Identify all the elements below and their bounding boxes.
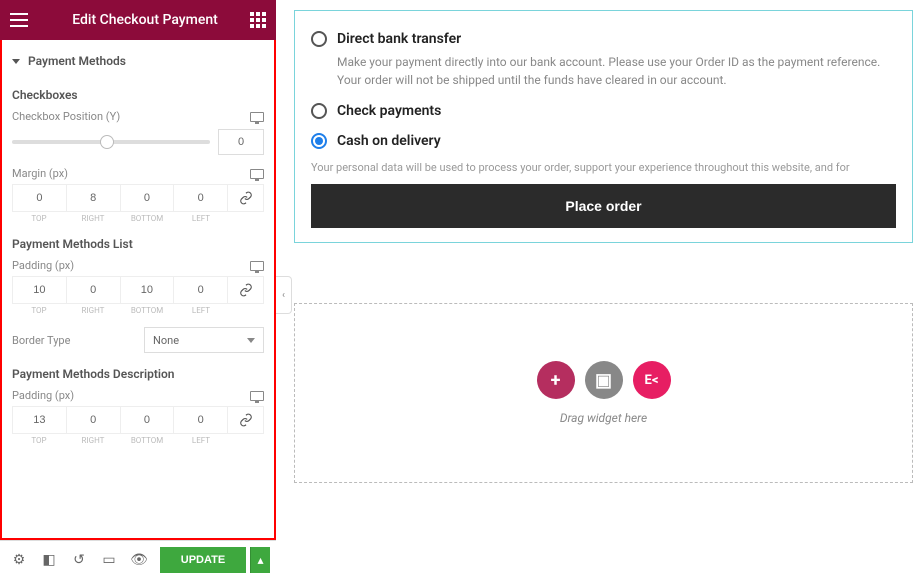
panel-title: Edit Checkout Payment [40,12,250,28]
responsive-icon[interactable] [250,261,264,271]
menu-icon[interactable] [10,13,28,27]
collapse-panel-button[interactable]: ‹ [276,276,292,314]
responsive-mode-icon[interactable]: ▭ [96,547,122,573]
chevron-down-icon [12,59,20,64]
list-padding-bottom-input[interactable] [121,277,174,303]
margin-bottom-input[interactable] [121,185,174,211]
history-icon[interactable]: ↺ [66,547,92,573]
dim-label-left: LEFT [174,214,228,223]
preview-area: Direct bank transfer Make your payment d… [294,0,919,578]
link-values-icon[interactable] [228,406,264,434]
slider-checkbox-position-y[interactable] [12,140,210,144]
responsive-icon[interactable] [250,391,264,401]
dim-label-left: LEFT [174,306,228,315]
payment-description-bank: Make your payment directly into our bank… [337,53,896,89]
dim-label-top: TOP [12,306,66,315]
desc-padding-bottom-input[interactable] [121,407,174,433]
payment-option-cod[interactable]: Cash on delivery [311,133,896,149]
margin-right-input[interactable] [67,185,120,211]
slider-thumb[interactable] [100,135,114,149]
elementskit-button[interactable]: E< [633,361,671,399]
group-list: Payment Methods List [12,237,264,251]
widget-dropzone[interactable]: + ▣ E< Drag widget here [294,303,913,483]
payment-option-bank[interactable]: Direct bank transfer [311,31,896,47]
link-values-icon[interactable] [228,276,264,304]
dropzone-text: Drag widget here [560,411,647,425]
payment-label: Cash on delivery [337,133,441,149]
dim-label-bottom: BOTTOM [120,306,174,315]
privacy-text: Your personal data will be used to proce… [311,161,896,174]
list-padding-right-input[interactable] [67,277,120,303]
label-checkbox-position-y: Checkbox Position (Y) [12,110,244,123]
label-list-padding: Padding (px) [12,259,244,272]
dim-label-bottom: BOTTOM [120,214,174,223]
desc-padding-top-input[interactable] [13,407,66,433]
section-title: Payment Methods [28,54,126,68]
group-description: Payment Methods Description [12,367,264,381]
radio-checked-icon[interactable] [311,133,327,149]
input-checkbox-position-y[interactable] [218,129,264,155]
payment-label: Check payments [337,103,441,119]
chevron-down-icon [247,338,255,343]
desc-padding-right-input[interactable] [67,407,120,433]
panel-footer: ⚙ ◧ ↺ ▭ 👁 UPDATE ▴ [0,540,276,578]
panel-header: Edit Checkout Payment [0,0,276,40]
apps-icon[interactable] [250,12,266,28]
preview-icon[interactable]: 👁 [126,547,152,573]
label-desc-padding: Padding (px) [12,389,244,402]
dim-label-left: LEFT [174,436,228,445]
dim-label-right: RIGHT [66,214,120,223]
list-padding-left-input[interactable] [174,277,227,303]
link-values-icon[interactable] [228,184,264,212]
margin-left-input[interactable] [174,185,227,211]
select-border-type[interactable]: None [144,327,264,353]
list-padding-top-input[interactable] [13,277,66,303]
settings-icon[interactable]: ⚙ [6,547,32,573]
update-options-button[interactable]: ▴ [250,547,270,573]
dim-label-top: TOP [12,214,66,223]
place-order-button[interactable]: Place order [311,184,896,228]
desc-padding-left-input[interactable] [174,407,227,433]
payment-option-check[interactable]: Check payments [311,103,896,119]
label-margin: Margin (px) [12,167,244,180]
payment-label: Direct bank transfer [337,31,461,47]
dim-label-top: TOP [12,436,66,445]
group-checkboxes: Checkboxes [12,88,264,102]
dim-label-right: RIGHT [66,436,120,445]
select-value: None [153,334,179,347]
label-border-type: Border Type [12,334,144,347]
dim-label-bottom: BOTTOM [120,436,174,445]
radio-icon[interactable] [311,103,327,119]
radio-icon[interactable] [311,31,327,47]
template-library-button[interactable]: ▣ [585,361,623,399]
add-section-button[interactable]: + [537,361,575,399]
responsive-icon[interactable] [250,169,264,179]
panel-body: Payment Methods Checkboxes Checkbox Posi… [0,40,276,540]
responsive-icon[interactable] [250,112,264,122]
update-button[interactable]: UPDATE [160,547,246,573]
navigator-icon[interactable]: ◧ [36,547,62,573]
margin-top-input[interactable] [13,185,66,211]
section-toggle-payment-methods[interactable]: Payment Methods [12,48,264,74]
dim-label-right: RIGHT [66,306,120,315]
checkout-payment-widget[interactable]: Direct bank transfer Make your payment d… [294,10,913,243]
